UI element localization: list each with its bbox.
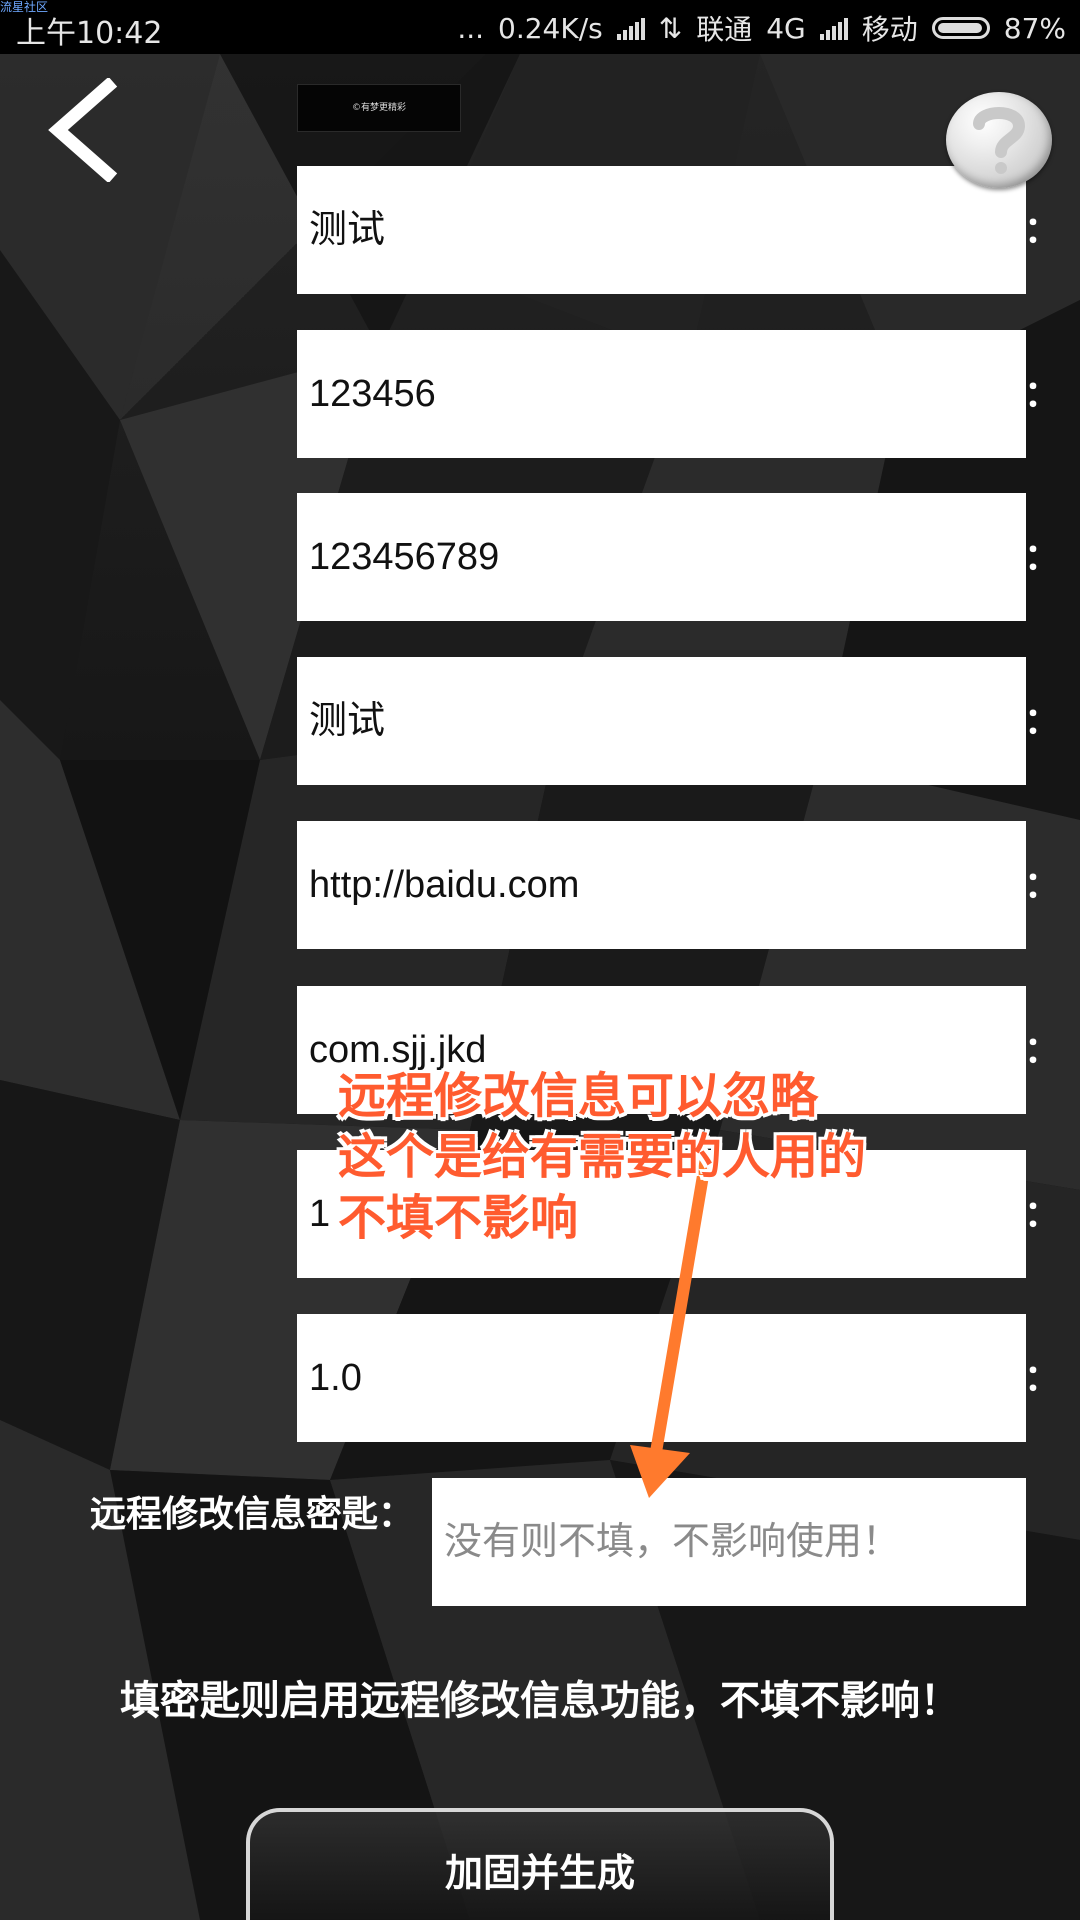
app-name-row: APP名字： — [0, 166, 1080, 296]
generate-button[interactable]: 加固并生成 — [246, 1808, 834, 1920]
qq-group-input[interactable] — [297, 493, 1026, 621]
carrier-1: 联通 — [696, 13, 753, 46]
top-logo: ©有梦更精彩 — [297, 84, 461, 132]
status-time: 上午10:42 — [16, 16, 163, 51]
annotation-line-3: 不填不影响 — [338, 1190, 579, 1246]
network-type: 4G — [766, 11, 806, 45]
status-bar: 上午10:42 ... 0.24K/s ⇅ 联通 4G 移动 87% — [0, 0, 1080, 54]
chevron-left-icon — [48, 76, 118, 184]
notice-row: 软件公告： — [0, 657, 1080, 787]
status-indicators: ... 0.24K/s ⇅ 联通 4G 移动 87% — [457, 8, 1066, 48]
signal-icon — [616, 16, 645, 40]
qq-group-row: 官方QQ群： — [0, 493, 1080, 623]
remote-key-help-text: 填密匙则启用远程修改信息功能，不填不影响！ — [120, 1678, 960, 1724]
service-qq-input[interactable] — [297, 330, 1026, 458]
network-speed: 0.24K/s — [498, 11, 603, 45]
app-screen: 流星社区 上午10:42 ... 0.24K/s ⇅ 联通 4G 移动 87% … — [0, 0, 1080, 1920]
battery-icon — [931, 17, 990, 39]
remote-key-row — [0, 1478, 1080, 1608]
version-name-input[interactable] — [297, 1314, 1026, 1442]
app-name-input[interactable] — [297, 166, 1026, 294]
notice-input[interactable] — [297, 657, 1026, 785]
annotation-line-1: 远程修改信息可以忽略 — [338, 1068, 819, 1124]
notification-dots: ... — [457, 11, 485, 45]
signal-icon-secondary — [819, 16, 848, 40]
watermark-text: 流星社区 — [0, 0, 49, 14]
annotation-note: 远程修改信息可以忽略 这个是给有需要的人用的 不填不影响 — [338, 1066, 866, 1249]
back-button[interactable] — [42, 76, 124, 184]
service-qq-row: 客服QQ： — [0, 330, 1080, 460]
carrier-2: 移动 — [861, 13, 918, 46]
website-row: 网站地址： — [0, 821, 1080, 951]
data-transfer-icon: ⇅ — [658, 11, 683, 45]
help-button[interactable] — [946, 92, 1052, 188]
version-name-row: 版本名称： — [0, 1314, 1080, 1444]
website-input[interactable] — [297, 821, 1026, 949]
battery-percentage: 87% — [1003, 11, 1066, 45]
question-icon — [973, 107, 1026, 174]
annotation-line-2: 这个是给有需要的人用的 — [338, 1129, 867, 1185]
remote-key-input[interactable] — [432, 1478, 1026, 1606]
